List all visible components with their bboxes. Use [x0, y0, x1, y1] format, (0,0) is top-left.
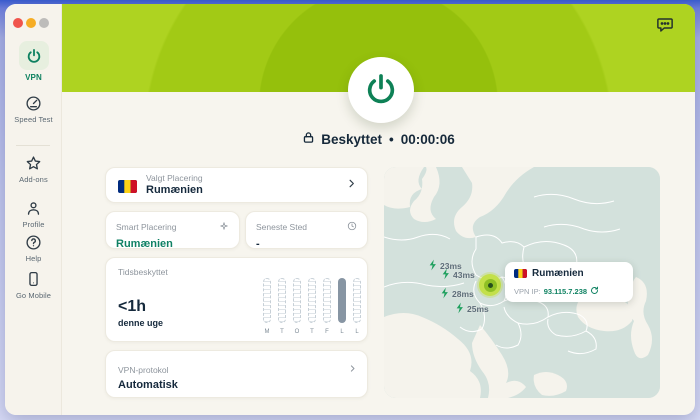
romania-flag [118, 180, 137, 193]
chevron-right-icon [346, 176, 357, 194]
help-icon [25, 234, 42, 251]
sidebar-item-label: Add-ons [5, 175, 62, 184]
day-label: O [292, 329, 302, 335]
tooltip-ip-label: VPN IP: [514, 287, 541, 296]
location-tooltip: Rumænien VPN IP: 93.115.7.238 [505, 262, 633, 302]
star-icon [25, 155, 42, 172]
vpn-protocol-card[interactable]: VPN-protokol Automatisk [105, 350, 368, 398]
sidebar-item-label: Speed Test [5, 115, 62, 124]
smart-location-label: Smart Placering [116, 222, 176, 232]
time-protected-card: Tidsbeskyttet <1h denne uge M T O T F L … [105, 257, 368, 342]
power-icon [19, 41, 49, 70]
minimize-button[interactable] [26, 18, 36, 28]
day-label: M [262, 329, 272, 335]
map-card: 23ms 43ms 28ms 25ms [384, 167, 660, 398]
usage-bar-filled [338, 278, 346, 323]
selected-location-value: Rumænien [146, 184, 203, 196]
bolt-icon [455, 302, 465, 316]
lock-icon [302, 131, 315, 147]
romania-flag [514, 269, 527, 278]
connection-status: Beskyttet • 00:00:06 [62, 131, 695, 147]
recent-location-value: - [256, 238, 357, 250]
vpn-protocol-value: Automatisk [118, 379, 178, 391]
usage-bar [353, 278, 361, 323]
sidebar-divider [16, 145, 50, 146]
usage-bar [263, 278, 271, 323]
bolt-icon [428, 259, 438, 273]
smart-location-card[interactable]: Smart Placering Rumænien [105, 211, 240, 249]
chevron-right-icon [348, 360, 357, 378]
zoom-button[interactable] [39, 18, 49, 28]
ping-value: 28ms [452, 289, 474, 299]
smart-location-value: Rumænien [116, 238, 229, 250]
selected-location-label: Valgt Placering [146, 173, 203, 183]
sidebar-item-vpn[interactable]: VPN [5, 41, 62, 82]
usage-bar [323, 278, 331, 323]
disconnect-power-button[interactable] [348, 57, 414, 123]
status-text: Beskyttet [321, 132, 382, 147]
sidebar-item-label: VPN [5, 73, 62, 82]
sidebar-item-go-mobile[interactable]: Go Mobile [5, 270, 62, 300]
selected-location-card[interactable]: Valgt Placering Rumænien [105, 167, 368, 203]
ping-item: 25ms [455, 302, 489, 316]
sidebar-item-label: Help [5, 254, 62, 263]
sidebar-item-speed-test[interactable]: Speed Test [5, 95, 62, 124]
traffic-lights [13, 18, 49, 28]
speech-bubble-icon [656, 22, 674, 37]
sidebar: VPN Speed Test Add-ons Profile [5, 4, 62, 415]
vpn-protocol-label: VPN-protokol [118, 365, 169, 375]
bolt-icon [440, 287, 450, 301]
feedback-button[interactable] [656, 16, 674, 34]
usage-bar [308, 278, 316, 323]
ping-value: 43ms [453, 270, 475, 280]
day-label: L [337, 329, 347, 335]
sidebar-item-add-ons[interactable]: Add-ons [5, 155, 62, 184]
usage-bar [278, 278, 286, 323]
time-protected-subvalue: denne uge [118, 318, 163, 328]
sidebar-item-help[interactable]: Help [5, 234, 62, 263]
phone-icon [25, 270, 42, 288]
sidebar-item-label: Profile [5, 220, 62, 229]
recent-location-label: Seneste Sted [256, 222, 307, 232]
day-label: L [352, 329, 362, 335]
weekly-usage-chart: M T O T F L L [263, 278, 363, 336]
bolt-icon [441, 268, 451, 282]
time-protected-value: <1h [118, 298, 146, 316]
power-icon [364, 72, 398, 109]
day-label: T [277, 329, 287, 335]
clock-icon [347, 218, 357, 236]
time-protected-label: Tidsbeskyttet [118, 267, 355, 277]
sparkle-icon [219, 218, 229, 236]
day-label: F [322, 329, 332, 335]
tooltip-ip-value: 93.115.7.238 [544, 287, 587, 296]
close-button[interactable] [13, 18, 23, 28]
app-window: Beskyttet • 00:00:06 VPN Speed Test [5, 4, 695, 415]
tooltip-country: Rumænien [532, 268, 584, 279]
ping-item: 28ms [440, 287, 474, 301]
sidebar-item-profile[interactable]: Profile [5, 200, 62, 229]
usage-bar [293, 278, 301, 323]
sidebar-item-label: Go Mobile [5, 291, 62, 300]
speedometer-icon [25, 95, 42, 112]
status-timer: 00:00:06 [401, 132, 455, 147]
day-label: T [307, 329, 317, 335]
status-separator: • [389, 132, 394, 147]
ping-value: 25ms [467, 304, 489, 314]
refresh-icon[interactable] [590, 282, 599, 300]
connected-location-marker[interactable] [479, 274, 501, 296]
recent-location-card[interactable]: Seneste Sted - [245, 211, 368, 249]
person-icon [25, 200, 42, 217]
ping-item: 43ms [441, 268, 475, 282]
